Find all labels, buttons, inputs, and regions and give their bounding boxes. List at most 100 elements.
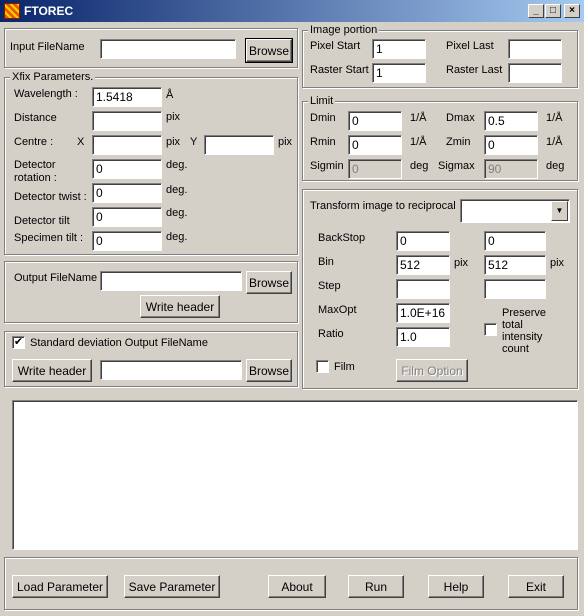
rotation-label-line2: rotation :: [14, 172, 57, 184]
bin-unit-2: pix: [550, 257, 565, 269]
specimen-tilt-unit: deg.: [166, 231, 188, 243]
transform-combo[interactable]: ▼: [460, 199, 570, 223]
raster-start-field[interactable]: [372, 63, 426, 83]
backstop-field-1[interactable]: [396, 231, 450, 251]
title-bar: FTOREC _ □ ×: [0, 0, 584, 22]
tilt-field[interactable]: [92, 207, 162, 227]
app-icon: [4, 3, 20, 19]
rmin-label: Rmin: [310, 136, 336, 148]
limit-title: Limit: [308, 95, 336, 107]
wavelength-field[interactable]: [92, 87, 162, 107]
preserve-label-line2: total: [502, 319, 523, 331]
sigmax-field: [484, 159, 538, 179]
load-parameter-button[interactable]: Load Parameter: [12, 575, 108, 598]
zmin-label: Zmin: [446, 136, 471, 148]
stddev-filename-field[interactable]: [100, 360, 242, 380]
sigmin-field: [348, 159, 402, 179]
bin-field-2[interactable]: [484, 255, 546, 275]
pixel-start-field[interactable]: [372, 39, 426, 59]
raster-last-field[interactable]: [508, 63, 562, 83]
centre-y-label: Y: [190, 136, 198, 148]
rotation-unit: deg.: [166, 159, 188, 171]
output-filename-label: Output FileName: [14, 272, 98, 284]
ratio-field[interactable]: [396, 327, 450, 347]
chevron-down-icon[interactable]: ▼: [551, 201, 568, 221]
twist-unit: deg.: [166, 184, 188, 196]
film-option-button: Film Option: [396, 359, 468, 382]
raster-last-label: Raster Last: [446, 64, 503, 76]
centre-y-field[interactable]: [204, 135, 274, 155]
stddev-write-header-button[interactable]: Write header: [12, 359, 92, 382]
rmin-field[interactable]: [348, 135, 402, 155]
dmin-label: Dmin: [310, 112, 336, 124]
xfix-group-title: Xfix Parameters.: [10, 71, 96, 83]
zmin-unit: 1/Å: [546, 136, 563, 148]
window-title: FTOREC: [24, 4, 74, 18]
exit-button[interactable]: Exit: [508, 575, 564, 598]
transform-label: Transform image to reciprocal: [310, 200, 456, 212]
zmin-field[interactable]: [484, 135, 538, 155]
centre-x-field[interactable]: [92, 135, 162, 155]
pixel-last-field[interactable]: [508, 39, 562, 59]
centre-x-label: X: [77, 136, 85, 148]
input-filename-field[interactable]: [100, 39, 236, 59]
bin-unit-1: pix: [454, 257, 469, 269]
backstop-field-2[interactable]: [484, 231, 546, 251]
close-button[interactable]: ×: [564, 4, 580, 18]
dmax-field[interactable]: [484, 111, 538, 131]
rotation-label-line1: Detector: [14, 159, 56, 171]
centre-y-unit: pix: [278, 136, 293, 148]
distance-label: Distance: [14, 112, 57, 124]
preserve-checkbox[interactable]: [484, 323, 497, 336]
stddev-label: Standard deviation Output FileName: [30, 337, 208, 349]
image-portion-title: Image portion: [308, 24, 380, 36]
raster-start-label: Raster Start: [310, 64, 369, 76]
sigmax-unit: deg: [546, 160, 565, 172]
centre-label: Centre :: [14, 136, 54, 148]
output-write-header-button[interactable]: Write header: [140, 295, 220, 318]
wavelength-label: Wavelength :: [14, 88, 78, 100]
bin-field-1[interactable]: [396, 255, 450, 275]
film-label: Film: [334, 361, 355, 373]
specimen-tilt-field[interactable]: [92, 231, 162, 251]
wavelength-unit: Å: [166, 89, 174, 101]
twist-field[interactable]: [92, 183, 162, 203]
step-label: Step: [318, 280, 341, 292]
film-checkbox[interactable]: [316, 360, 329, 373]
pixel-start-label: Pixel Start: [310, 40, 361, 52]
about-button[interactable]: About: [268, 575, 326, 598]
dmin-field[interactable]: [348, 111, 402, 131]
sigmin-label: Sigmin: [310, 160, 344, 172]
tilt-label: Detector tilt: [14, 215, 70, 227]
output-browse-button[interactable]: Browse: [246, 271, 292, 294]
help-button[interactable]: Help: [428, 575, 484, 598]
step-field-1[interactable]: [396, 279, 450, 299]
maxopt-field[interactable]: [396, 303, 450, 323]
output-filename-field[interactable]: [100, 271, 242, 291]
specimen-tilt-label: Specimen tilt :: [14, 232, 84, 244]
bin-label: Bin: [318, 256, 334, 268]
input-browse-button[interactable]: Browse: [245, 38, 293, 63]
dmin-unit: 1/Å: [410, 112, 427, 124]
log-output[interactable]: [12, 400, 578, 550]
maxopt-label: MaxOpt: [318, 304, 357, 316]
run-button[interactable]: Run: [348, 575, 404, 598]
minimize-button[interactable]: _: [528, 4, 544, 18]
stddev-checkbox[interactable]: ✔: [12, 336, 25, 349]
twist-label: Detector twist :: [14, 191, 87, 203]
distance-unit: pix: [166, 111, 181, 123]
input-filename-label: Input FileName: [10, 41, 85, 53]
tilt-unit: deg.: [166, 207, 188, 219]
save-parameter-button[interactable]: Save Parameter: [124, 575, 220, 598]
pixel-last-label: Pixel Last: [446, 40, 494, 52]
preserve-label-line1: Preserve: [502, 307, 547, 319]
stddev-browse-button[interactable]: Browse: [246, 359, 292, 382]
rotation-field[interactable]: [92, 159, 162, 179]
distance-field[interactable]: [92, 111, 162, 131]
dmax-label: Dmax: [446, 112, 475, 124]
sigmin-unit: deg: [410, 160, 429, 172]
rmin-unit: 1/Å: [410, 136, 427, 148]
preserve-label-line4: count: [502, 343, 529, 355]
maximize-button[interactable]: □: [545, 4, 561, 18]
step-field-2[interactable]: [484, 279, 546, 299]
